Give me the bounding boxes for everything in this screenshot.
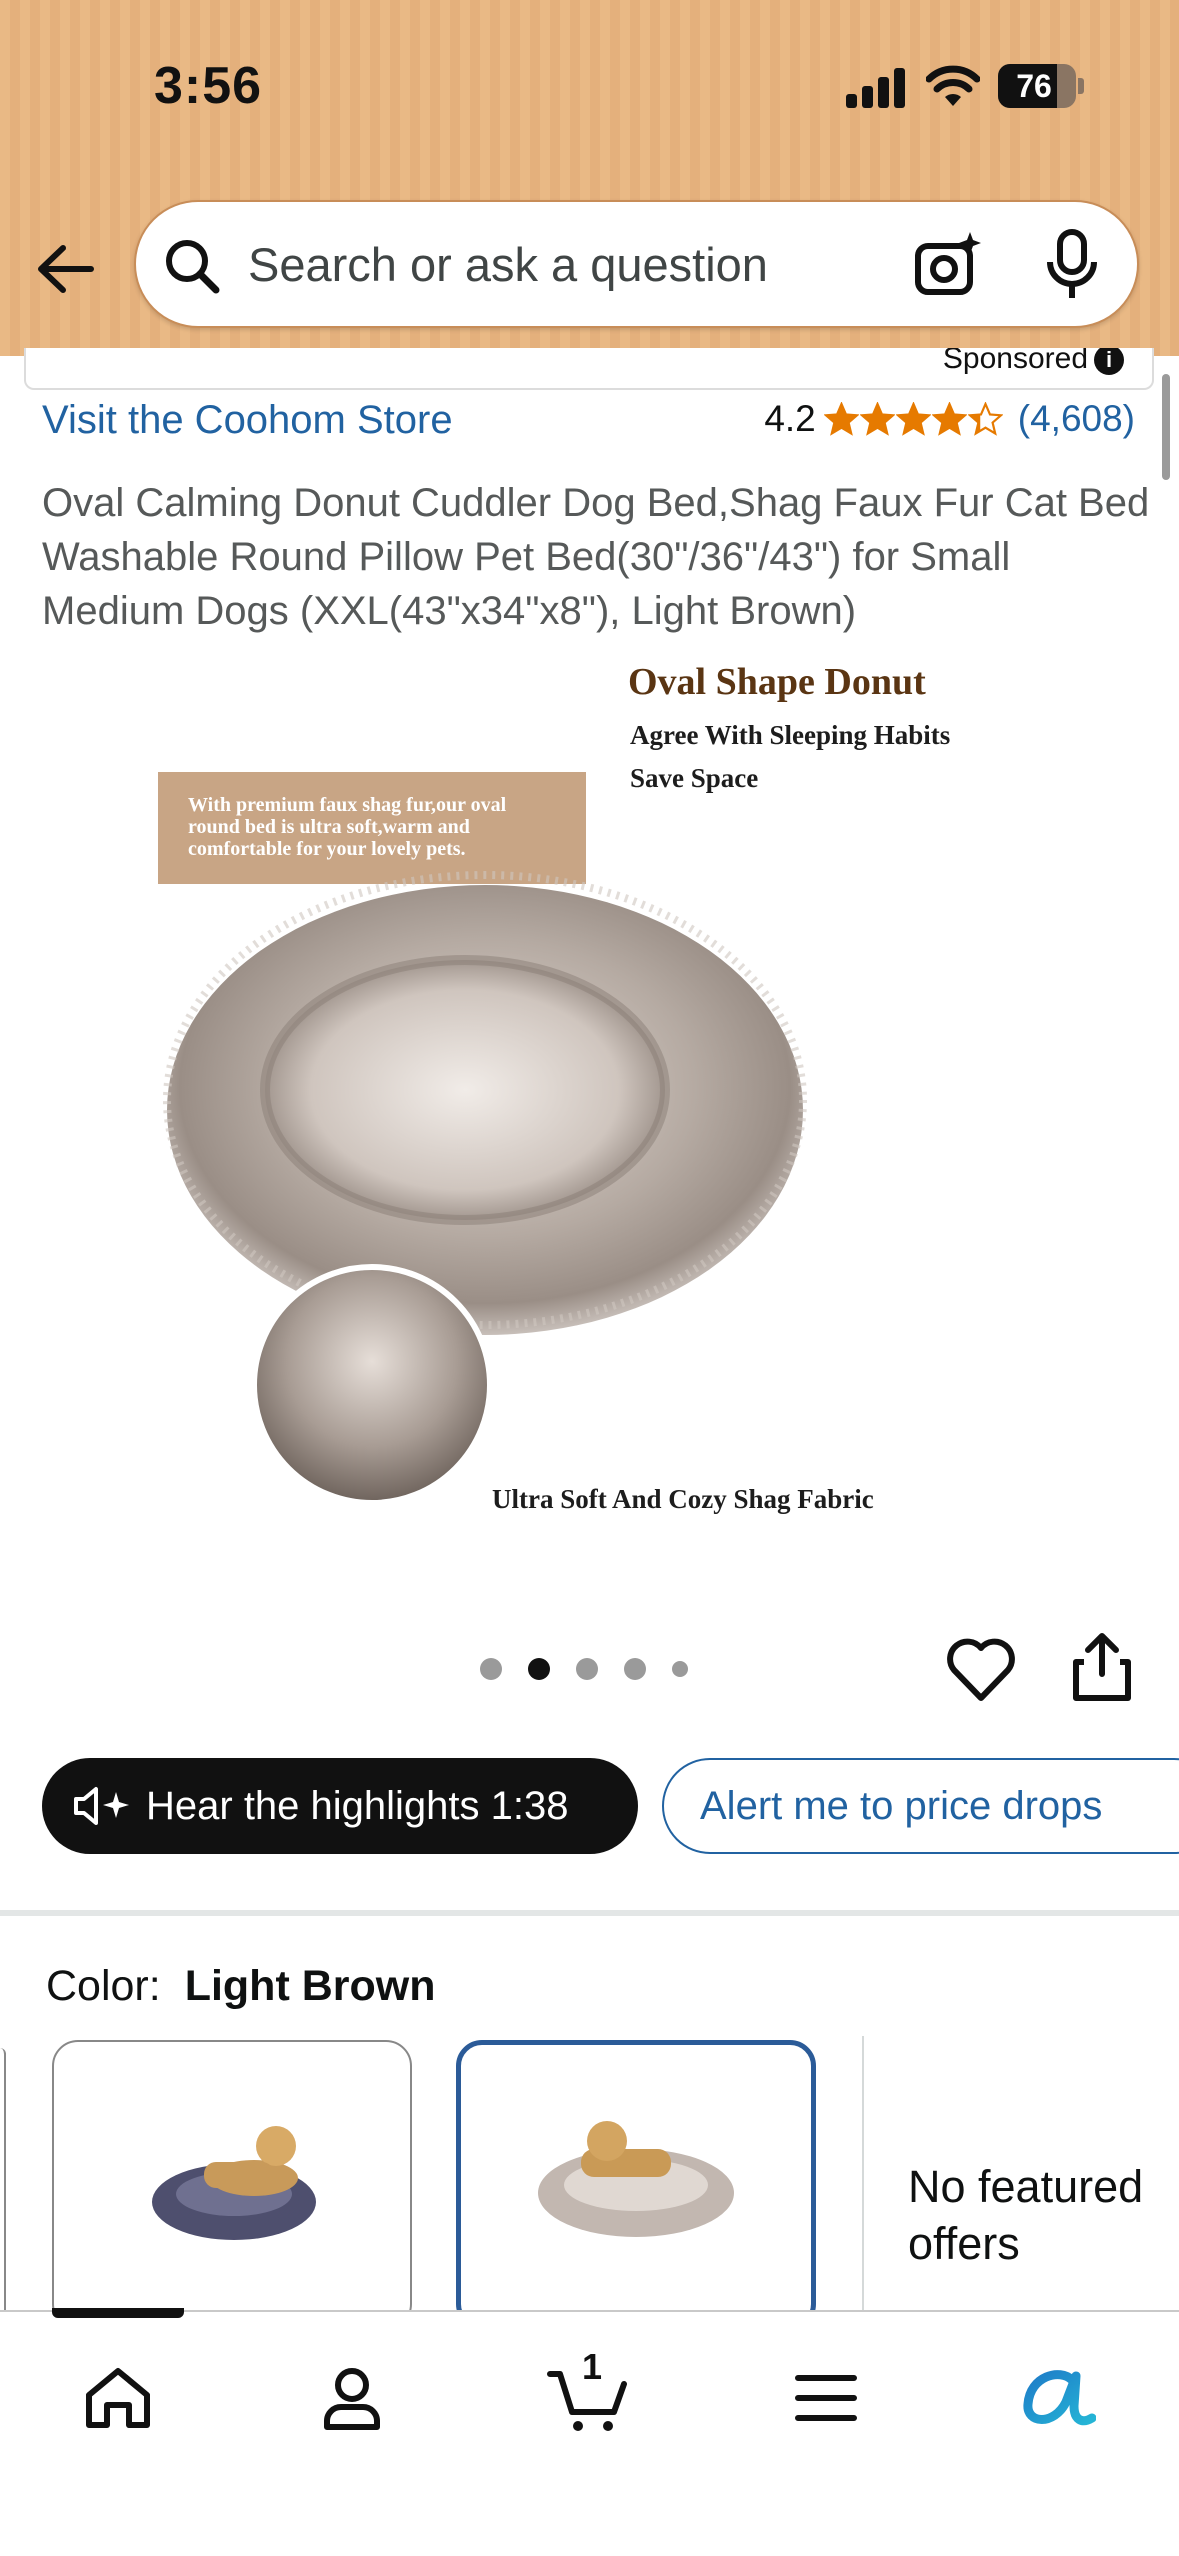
rating-value: 4.2 xyxy=(764,398,816,439)
color-value: Light Brown xyxy=(184,1962,436,2010)
header: 3:56 76 xyxy=(0,0,1179,356)
star-rating xyxy=(823,401,1004,437)
scrollbar[interactable] xyxy=(1162,374,1170,480)
account-icon xyxy=(324,2368,380,2430)
price-alert-label: Alert me to price drops xyxy=(700,1783,1103,1828)
color-swatch[interactable] xyxy=(52,2040,412,2330)
bottom-nav: 1 xyxy=(0,2308,1179,2556)
carousel-dots[interactable] xyxy=(480,1658,714,1680)
wifi-icon xyxy=(926,65,980,106)
image-subheading-1: Agree With Sleeping Habits xyxy=(630,720,951,750)
image-feature-box: With premium faux shag fur,our oval roun… xyxy=(158,772,586,884)
no-offers-text: No featured offers xyxy=(908,2161,1144,2269)
image-heading: Oval Shape Donut xyxy=(628,661,926,703)
status-time: 3:56 xyxy=(154,57,263,115)
image-subheading-2: Save Space xyxy=(630,763,759,793)
hear-highlights-label: Hear the highlights 1:38 xyxy=(146,1783,569,1828)
nav-rufus[interactable] xyxy=(1008,2348,1108,2448)
arrow-left-icon xyxy=(38,245,94,293)
search-bar[interactable] xyxy=(134,200,1139,328)
back-button[interactable] xyxy=(28,232,102,306)
rating-summary[interactable]: 4.2 (4,608) xyxy=(764,398,1135,440)
star-full-icon xyxy=(823,401,859,436)
color-row: Color: Light Brown xyxy=(46,1962,435,2011)
product-image[interactable]: Oval Shape Donut Agree With Sleeping Hab… xyxy=(140,660,1060,1560)
sponsored-banner[interactable]: Sponsored i xyxy=(24,348,1154,390)
search-input[interactable] xyxy=(248,202,908,326)
dog-bed-thumbnail xyxy=(152,2126,316,2240)
microphone-icon[interactable] xyxy=(1042,228,1102,302)
star-full-icon xyxy=(859,401,895,436)
carousel-dot[interactable] xyxy=(624,1658,646,1680)
price-alert-button[interactable]: Alert me to price drops xyxy=(662,1758,1179,1854)
nav-home[interactable] xyxy=(68,2348,168,2448)
cellular-signal-icon xyxy=(846,66,908,108)
home-icon xyxy=(86,2368,150,2428)
share-icon[interactable] xyxy=(1070,1630,1134,1704)
battery-tip xyxy=(1078,78,1084,94)
menu-icon xyxy=(795,2375,857,2421)
carousel-dot[interactable] xyxy=(672,1661,688,1677)
nav-cart[interactable]: 1 xyxy=(538,2346,638,2448)
hear-highlights-button[interactable]: Hear the highlights 1:38 xyxy=(42,1758,638,1854)
speaker-sparkle-icon xyxy=(74,1787,129,1825)
star-partial-icon xyxy=(967,401,1003,436)
swatch-previous[interactable] xyxy=(0,2048,6,2318)
section-divider xyxy=(0,1910,1179,1916)
info-icon: i xyxy=(1094,348,1124,376)
image-caption: Ultra Soft And Cozy Shag Fabric xyxy=(492,1484,874,1514)
cart-count: 1 xyxy=(581,2346,603,2387)
carousel-dot[interactable] xyxy=(576,1658,598,1680)
battery-level: 76 xyxy=(1016,68,1052,104)
carousel-dot-active[interactable] xyxy=(528,1658,550,1680)
product-title: Oval Calming Donut Cuddler Dog Bed,Shag … xyxy=(42,481,1150,633)
search-icon xyxy=(166,240,220,294)
battery-icon: 76 xyxy=(998,64,1076,108)
dog-bed-thumbnail xyxy=(538,2121,734,2237)
star-full-icon xyxy=(931,401,967,436)
rating-count[interactable]: (4,608) xyxy=(1018,398,1135,440)
nav-account[interactable] xyxy=(302,2348,402,2448)
color-label: Color: xyxy=(46,1962,161,2010)
nav-active-indicator xyxy=(52,2308,184,2318)
nav-menu[interactable] xyxy=(776,2348,876,2448)
star-full-icon xyxy=(895,401,931,436)
carousel-dot[interactable] xyxy=(480,1658,502,1680)
store-link[interactable]: Visit the Coohom Store xyxy=(42,398,453,443)
camera-search-icon[interactable] xyxy=(912,230,982,300)
heart-icon[interactable] xyxy=(944,1632,1018,1706)
offers-separator xyxy=(862,2036,864,2326)
color-swatch-selected[interactable] xyxy=(456,2040,816,2330)
rufus-assistant-icon xyxy=(1023,2370,1096,2426)
sponsored-label: Sponsored i xyxy=(943,348,1124,376)
donut-bed-illustration xyxy=(163,871,807,1506)
app-screen: 3:56 76 Search or ask a question Sponsor… xyxy=(0,0,1179,2556)
